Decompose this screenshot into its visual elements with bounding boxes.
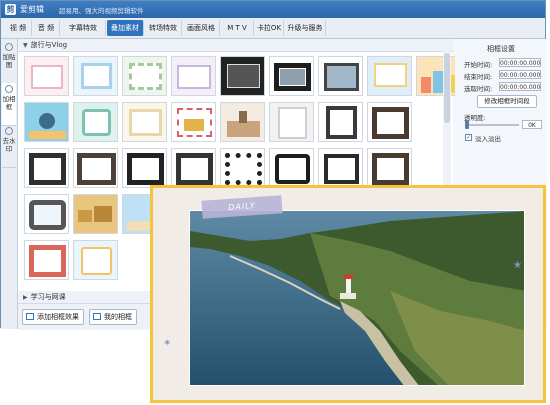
frame-thumbnail[interactable] bbox=[73, 102, 118, 142]
sidebar-tab-label: 加贴图 bbox=[2, 53, 16, 69]
frame-thumbnail[interactable] bbox=[367, 102, 412, 142]
end-time-label: 结束时间: bbox=[464, 73, 493, 81]
tab-video[interactable]: 视 频 bbox=[5, 20, 32, 36]
tab-transition-effects[interactable]: 转场特效 bbox=[145, 20, 182, 36]
frame-thumbnail[interactable] bbox=[318, 56, 363, 96]
button-label: 添加相框效果 bbox=[37, 313, 79, 321]
my-frames-button[interactable]: 我的相框 bbox=[89, 309, 137, 325]
frame-thumbnail[interactable] bbox=[73, 194, 118, 234]
section-title: 旅行与Vlog bbox=[30, 41, 68, 49]
frame-thumbnail[interactable] bbox=[122, 102, 167, 142]
fade-checkbox[interactable]: ✓ bbox=[465, 134, 472, 141]
watermark-icon bbox=[5, 127, 13, 135]
frame-thumbnail[interactable] bbox=[318, 148, 363, 188]
tab-karaoke[interactable]: 卡拉OK bbox=[255, 20, 284, 36]
frame-thumbnail[interactable] bbox=[269, 56, 314, 96]
app-slogan: 超易用、强大的视频剪辑软件 bbox=[59, 7, 144, 15]
my-frames-icon bbox=[93, 313, 101, 320]
frame-thumbnail[interactable] bbox=[367, 148, 412, 188]
frame-thumbnail[interactable] bbox=[24, 148, 69, 188]
sticker-icon bbox=[5, 43, 13, 51]
collapse-icon: ▼ bbox=[23, 42, 28, 49]
sidebar-tab-label: 加相框 bbox=[2, 95, 16, 111]
duration-label: 选取时间: bbox=[464, 85, 493, 93]
star-icon: ★ bbox=[513, 260, 522, 271]
title-bar: 剪 爱剪辑 超易用、强大的视频剪辑软件 bbox=[1, 1, 545, 18]
photo-scene bbox=[190, 211, 524, 385]
frame-thumbnail[interactable] bbox=[367, 56, 412, 96]
frame-thumbnail[interactable] bbox=[269, 102, 314, 142]
opacity-slider[interactable] bbox=[465, 124, 519, 126]
frame-thumbnail[interactable] bbox=[73, 56, 118, 96]
scrollbar-thumb[interactable] bbox=[444, 53, 450, 123]
frame-thumbnail[interactable] bbox=[171, 148, 216, 188]
app-name: 爱剪辑 bbox=[20, 5, 44, 14]
app-logo-icon: 剪 bbox=[5, 4, 16, 15]
frame-thumbnail[interactable] bbox=[122, 56, 167, 96]
modify-frame-time-button[interactable]: 修改相框时间段 bbox=[477, 95, 537, 108]
button-label: 我的相框 bbox=[104, 313, 132, 321]
frame-thumbnail[interactable] bbox=[24, 194, 69, 234]
section-title: 学习与网课 bbox=[30, 293, 66, 301]
frame-preview-overlay: DAILY ★ ✶ bbox=[150, 185, 546, 403]
tab-audio[interactable]: 音 频 bbox=[33, 20, 60, 36]
tab-picture-style[interactable]: 画面风格 bbox=[183, 20, 220, 36]
star-icon: ✶ bbox=[163, 338, 172, 349]
frame-thumbnail[interactable] bbox=[220, 56, 265, 96]
end-time-field[interactable]: 00:00:00.000 bbox=[499, 70, 541, 79]
left-sidebar: 加贴图 加相框 去水印 bbox=[1, 39, 18, 329]
fade-label: 淡入淡出 bbox=[475, 135, 501, 143]
frame-thumbnail[interactable] bbox=[24, 102, 69, 142]
frame-thumbnail[interactable] bbox=[171, 56, 216, 96]
tab-upgrade-service[interactable]: 升级与服务 bbox=[285, 20, 326, 36]
tab-subtitle-effects[interactable]: 字幕特效 bbox=[61, 20, 106, 36]
frame-thumbnail[interactable] bbox=[220, 102, 265, 142]
duration-field[interactable]: 00:00:00.000 bbox=[499, 82, 541, 91]
frame-thumbnail[interactable] bbox=[73, 240, 118, 280]
section-header-travel[interactable]: ▼ 旅行与Vlog bbox=[18, 39, 453, 52]
coastal-lighthouse-photo bbox=[189, 210, 525, 386]
frame-thumbnail[interactable] bbox=[24, 240, 69, 280]
frame-thumbnail[interactable] bbox=[171, 102, 216, 142]
frame-thumbnail[interactable] bbox=[220, 148, 265, 188]
opacity-slider-handle[interactable] bbox=[465, 120, 469, 129]
frame-thumbnail[interactable] bbox=[318, 102, 363, 142]
sidebar-tab-frames[interactable]: 加相框 bbox=[2, 83, 16, 126]
add-frame-icon bbox=[26, 313, 34, 320]
tab-overlay-material[interactable]: 叠加素材 bbox=[107, 20, 144, 36]
add-frame-button[interactable]: 添加相框效果 bbox=[22, 309, 84, 325]
opacity-ok-button[interactable]: 0K bbox=[522, 120, 542, 129]
frame-thumbnail[interactable] bbox=[269, 148, 314, 188]
tab-mtv[interactable]: M T V bbox=[221, 20, 254, 36]
panel-title: 相框设置 bbox=[487, 45, 515, 53]
frame-thumbnail[interactable] bbox=[122, 148, 167, 188]
frame-preview-paper: DAILY ★ ✶ bbox=[153, 188, 543, 400]
sidebar-tab-stickers[interactable]: 加贴图 bbox=[2, 41, 16, 84]
frame-thumbnail[interactable] bbox=[73, 148, 118, 188]
start-time-field[interactable]: 00:00:00.000 bbox=[499, 58, 541, 67]
sidebar-tab-label: 去水印 bbox=[2, 137, 16, 153]
start-time-label: 开始时间: bbox=[464, 61, 493, 69]
sidebar-tab-watermark[interactable]: 去水印 bbox=[2, 125, 16, 168]
main-menu: 视 频 音 频 字幕特效 叠加素材 转场特效 画面风格 M T V 卡拉OK 升… bbox=[1, 18, 545, 39]
frame-thumbnail[interactable] bbox=[24, 56, 69, 96]
frame-icon bbox=[5, 85, 13, 93]
